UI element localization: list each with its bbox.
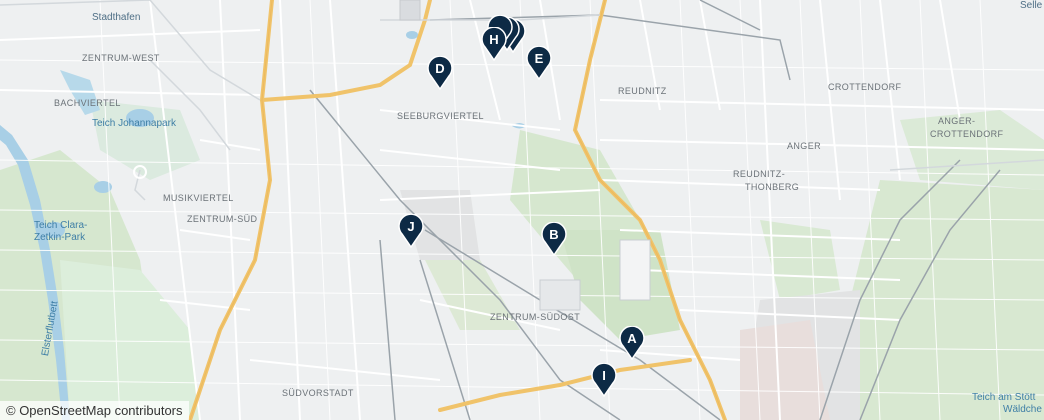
map-marker-e[interactable]: E: [526, 46, 552, 80]
label-zentrum-west: ZENTRUM-WEST: [82, 53, 160, 63]
label-musikviertel: MUSIKVIERTEL: [163, 193, 234, 203]
label-anger-crottendorf-line2: CROTTENDORF: [930, 129, 1004, 139]
label-sellerhausen: Selle: [1020, 0, 1043, 11]
map-marker-b[interactable]: B: [541, 222, 567, 256]
map-marker-d[interactable]: D: [427, 56, 453, 90]
map-base-layer: [0, 0, 1044, 420]
label-teich-clara-line1: Teich Clara-: [34, 220, 88, 231]
label-crottendorf: CROTTENDORF: [828, 82, 902, 92]
map-marker-b-label: B: [549, 227, 559, 242]
label-reudnitz-thonberg-line2: THONBERG: [745, 182, 800, 192]
label-zentrum-sued: ZENTRUM-SÜD: [187, 214, 258, 224]
label-stadthafen: Stadthafen: [92, 12, 141, 23]
label-anger-crottendorf-line1: ANGER-: [938, 116, 976, 126]
label-anger: ANGER: [787, 141, 822, 151]
label-bachviertel: BACHVIERTEL: [54, 98, 121, 108]
map-marker-a-label: A: [627, 331, 637, 346]
map-marker-h[interactable]: H: [481, 27, 507, 61]
map-marker-d-label: D: [435, 61, 445, 76]
map-marker-h-label: H: [489, 32, 499, 47]
map-canvas[interactable]: Stadthafen ZENTRUM-WEST BACHVIERTEL Teic…: [0, 0, 1044, 420]
label-teich-stoetteritz-line2: Wäldche: [1003, 404, 1042, 415]
label-reudnitz-thonberg-line1: REUDNITZ-: [733, 169, 786, 179]
label-seeburgviertel: SEEBURGVIERTEL: [397, 111, 484, 121]
map-attribution: © OpenStreetMap contributors: [0, 401, 189, 420]
map-marker-e-label: E: [534, 51, 544, 66]
map-marker-i[interactable]: I: [591, 363, 617, 397]
label-teich-clara-line2: Zetkin-Park: [34, 232, 86, 243]
label-teich-johannapark: Teich Johannapark: [92, 118, 176, 129]
map-marker-j-label: J: [407, 219, 415, 234]
map-marker-i-label: I: [602, 368, 606, 383]
openstreetmap-attribution-link[interactable]: © OpenStreetMap contributors: [6, 403, 183, 418]
label-reudnitz: REUDNITZ: [618, 86, 667, 96]
label-teich-stoetteritz-line1: Teich am Stött: [972, 392, 1036, 403]
map-marker-a[interactable]: A: [619, 326, 645, 360]
label-suedvorstadt: SÜDVORSTADT: [282, 388, 354, 398]
label-zentrum-suedost: ZENTRUM-SÜDOST: [490, 312, 581, 322]
map-marker-j[interactable]: J: [398, 214, 424, 248]
